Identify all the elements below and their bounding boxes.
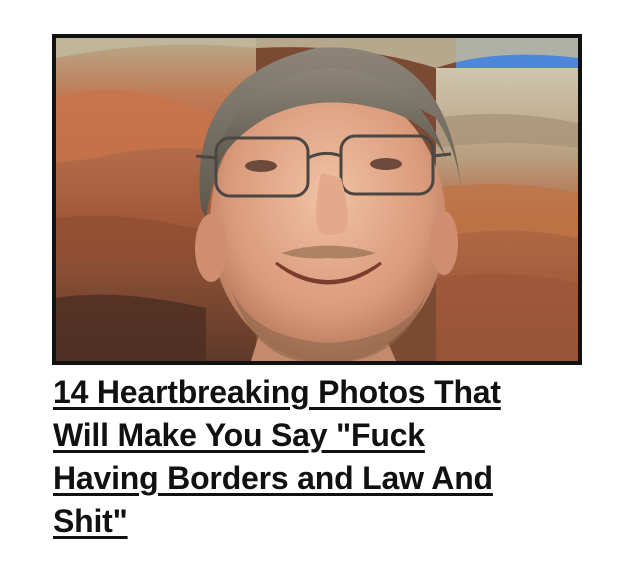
article-headline-link[interactable]: 14 Heartbreaking Photos That Will Make Y… [53, 371, 593, 543]
headline-line-2: Will Make You Say "Fuck [53, 417, 425, 453]
article-thumbnail[interactable] [52, 34, 582, 365]
headline-line-3: Having Borders and Law And [53, 460, 493, 496]
headline-line-4: Shit" [53, 503, 128, 539]
selfie-photo-icon [56, 38, 578, 361]
headline-line-1: 14 Heartbreaking Photos That [53, 374, 501, 410]
